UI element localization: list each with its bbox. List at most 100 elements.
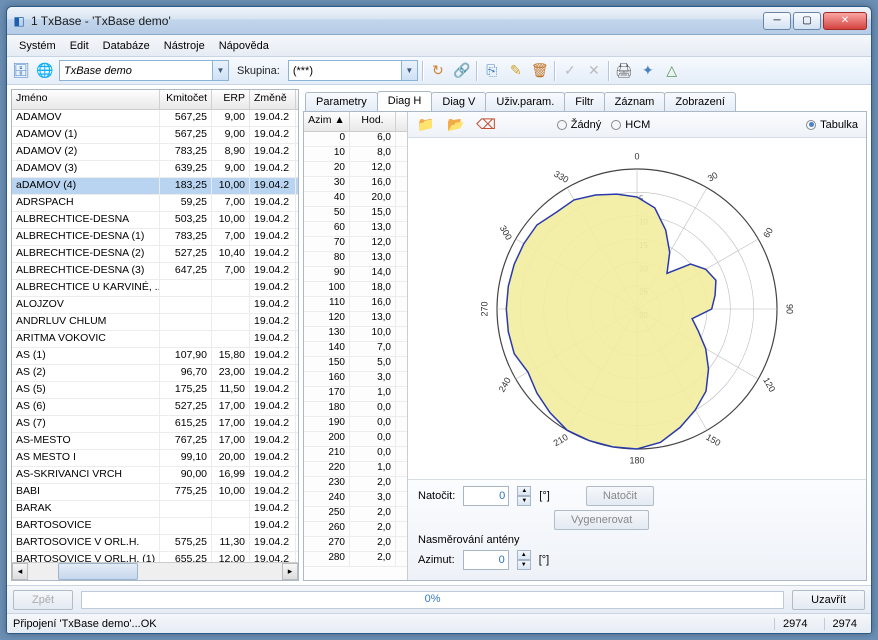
tab-uivparam[interactable]: Uživ.param. — [485, 92, 565, 111]
check-icon[interactable]: ✓ — [560, 61, 580, 81]
azim-row[interactable]: 108,0 — [304, 147, 407, 162]
table-row[interactable]: ALBRECHTICE-DESNA503,2510,0019.04.2 — [12, 212, 298, 229]
table-row[interactable]: BARTOSOVICE V ORL.H.575,2511,3019.04.2 — [12, 535, 298, 552]
database-icon[interactable]: 🗄 — [11, 61, 31, 81]
table-row[interactable]: AS (7)615,2517,0019.04.2 — [12, 416, 298, 433]
link-icon[interactable]: 🔗 — [452, 61, 472, 81]
table-row[interactable]: ADAMOV567,259,0019.04.2 — [12, 110, 298, 127]
table-row[interactable]: ADAMOV (1)567,259,0019.04.2 — [12, 127, 298, 144]
database-combo[interactable]: TxBase demo ▼ — [59, 60, 229, 81]
table-row[interactable]: BARTOSOVICE V ORL.H. (1)655,2512,0019.04… — [12, 552, 298, 562]
azim-row[interactable]: 2100,0 — [304, 447, 407, 462]
azim-row[interactable]: 11016,0 — [304, 297, 407, 312]
dropdown-icon[interactable]: ▼ — [212, 61, 228, 80]
col-erp[interactable]: ERP — [212, 90, 250, 109]
folder-icon[interactable]: 📁 — [416, 115, 436, 135]
azim-row[interactable]: 8013,0 — [304, 252, 407, 267]
azim-row[interactable]: 10018,0 — [304, 282, 407, 297]
azim-row[interactable]: 2502,0 — [304, 507, 407, 522]
azim-row[interactable]: 1701,0 — [304, 387, 407, 402]
tab-zznam[interactable]: Záznam — [604, 92, 666, 111]
print-icon[interactable]: 🖨 — [614, 61, 634, 81]
maximize-button[interactable]: ▢ — [793, 12, 821, 30]
azim-row[interactable]: 12013,0 — [304, 312, 407, 327]
table-row[interactable]: ADAMOV (3)639,259,0019.04.2 — [12, 161, 298, 178]
azim-row[interactable]: 1505,0 — [304, 357, 407, 372]
azim-row[interactable]: 2403,0 — [304, 492, 407, 507]
cross-icon[interactable]: ✕ — [584, 61, 604, 81]
azim-row[interactable]: 3016,0 — [304, 177, 407, 192]
azim-row[interactable]: 1407,0 — [304, 342, 407, 357]
azim-row[interactable]: 1900,0 — [304, 417, 407, 432]
vygenerovat-button[interactable]: Vygenerovat — [554, 510, 649, 530]
azim-row[interactable]: 2000,0 — [304, 432, 407, 447]
table-row[interactable]: AS-SKRIVANCI VRCH90,0016,9919.04.2 — [12, 467, 298, 484]
close-app-button[interactable]: Uzavřít — [792, 590, 865, 610]
tab-diagv[interactable]: Diag V — [431, 92, 486, 111]
grid-body[interactable]: ADAMOV567,259,0019.04.2ADAMOV (1)567,259… — [12, 110, 298, 562]
azim-body[interactable]: 06,0108,02012,03016,04020,05015,06013,07… — [304, 132, 407, 580]
menu-tools[interactable]: Nástroje — [158, 38, 211, 54]
radio-hcm[interactable]: HCM — [611, 119, 650, 131]
azim-row[interactable]: 2602,0 — [304, 522, 407, 537]
minimize-button[interactable]: ─ — [763, 12, 791, 30]
azim-row[interactable]: 2702,0 — [304, 537, 407, 552]
horizontal-scrollbar[interactable]: ◂ ▸ — [12, 562, 298, 580]
back-button[interactable]: Zpět — [13, 590, 73, 610]
table-row[interactable]: ADRSPACH59,257,0019.04.2 — [12, 195, 298, 212]
azimut-spinner[interactable]: ▲▼ — [517, 550, 531, 570]
azim-row[interactable]: 13010,0 — [304, 327, 407, 342]
table-row[interactable]: ALOJZOV19.04.2 — [12, 297, 298, 314]
radio-tabulka[interactable]: Tabulka — [806, 119, 858, 131]
col-freq[interactable]: Kmitočet — [160, 90, 212, 109]
tab-parametry[interactable]: Parametry — [305, 92, 378, 111]
table-row[interactable]: ANDRLUV CHLUM19.04.2 — [12, 314, 298, 331]
table-row[interactable]: AS (5)175,2511,5019.04.2 — [12, 382, 298, 399]
tab-zobrazen[interactable]: Zobrazení — [664, 92, 736, 111]
col-hod[interactable]: Hod. — [350, 112, 396, 131]
antenna-icon[interactable]: △ — [662, 61, 682, 81]
azim-row[interactable]: 4020,0 — [304, 192, 407, 207]
azim-row[interactable]: 06,0 — [304, 132, 407, 147]
edit-icon[interactable]: ✎ — [506, 61, 526, 81]
radio-zadny[interactable]: Žádný — [557, 119, 602, 131]
azim-row[interactable]: 2802,0 — [304, 552, 407, 567]
azim-row[interactable]: 2012,0 — [304, 162, 407, 177]
azim-row[interactable]: 2302,0 — [304, 477, 407, 492]
table-row[interactable]: AS (1)107,9015,8019.04.2 — [12, 348, 298, 365]
clear-icon[interactable]: ⌫ — [476, 115, 496, 135]
azim-row[interactable]: 5015,0 — [304, 207, 407, 222]
natocit-spinner[interactable]: ▲▼ — [517, 486, 531, 506]
refresh-icon[interactable]: ↻ — [428, 61, 448, 81]
trash-icon[interactable]: 🗑 — [530, 61, 550, 81]
azim-row[interactable]: 6013,0 — [304, 222, 407, 237]
table-row[interactable]: BARTOSOVICE19.04.2 — [12, 518, 298, 535]
table-row[interactable]: ALBRECHTICE U KARVINÉ, ...19.04.2 — [12, 280, 298, 297]
table-row[interactable]: BARAK19.04.2 — [12, 501, 298, 518]
table-row[interactable]: AS-MESTO767,2517,0019.04.2 — [12, 433, 298, 450]
tab-diagh[interactable]: Diag H — [377, 91, 433, 111]
azimut-input[interactable] — [463, 550, 509, 570]
col-date[interactable]: Změně — [250, 90, 296, 109]
world-icon[interactable]: 🌐 — [35, 61, 55, 81]
dropdown-icon[interactable]: ▼ — [401, 61, 417, 80]
azim-row[interactable]: 2201,0 — [304, 462, 407, 477]
menu-system[interactable]: Systém — [13, 38, 62, 54]
natocit-button[interactable]: Natočit — [586, 486, 654, 506]
titlebar[interactable]: ◧ 1 TxBase - 'TxBase demo' ─ ▢ ✕ — [7, 7, 871, 35]
folder-open-icon[interactable]: 📂 — [446, 115, 466, 135]
col-name[interactable]: Jméno — [12, 90, 160, 109]
azim-row[interactable]: 1603,0 — [304, 372, 407, 387]
scroll-left-icon[interactable]: ◂ — [12, 563, 28, 580]
skupina-combo[interactable]: (***) ▼ — [288, 60, 418, 81]
copy-icon[interactable]: ⎘ — [482, 61, 502, 81]
menu-help[interactable]: Nápověda — [213, 38, 275, 54]
natocit-input[interactable] — [463, 486, 509, 506]
table-row[interactable]: ARITMA VOKOVIC19.04.2 — [12, 331, 298, 348]
close-button[interactable]: ✕ — [823, 12, 867, 30]
table-row[interactable]: ALBRECHTICE-DESNA (3)647,257,0019.04.2 — [12, 263, 298, 280]
compass-icon[interactable]: ✦ — [638, 61, 658, 81]
table-row[interactable]: BABI775,2510,0019.04.2 — [12, 484, 298, 501]
table-row[interactable]: aDAMOV (4)183,2510,0019.04.2 — [12, 178, 298, 195]
table-row[interactable]: ALBRECHTICE-DESNA (2)527,2510,4019.04.2 — [12, 246, 298, 263]
